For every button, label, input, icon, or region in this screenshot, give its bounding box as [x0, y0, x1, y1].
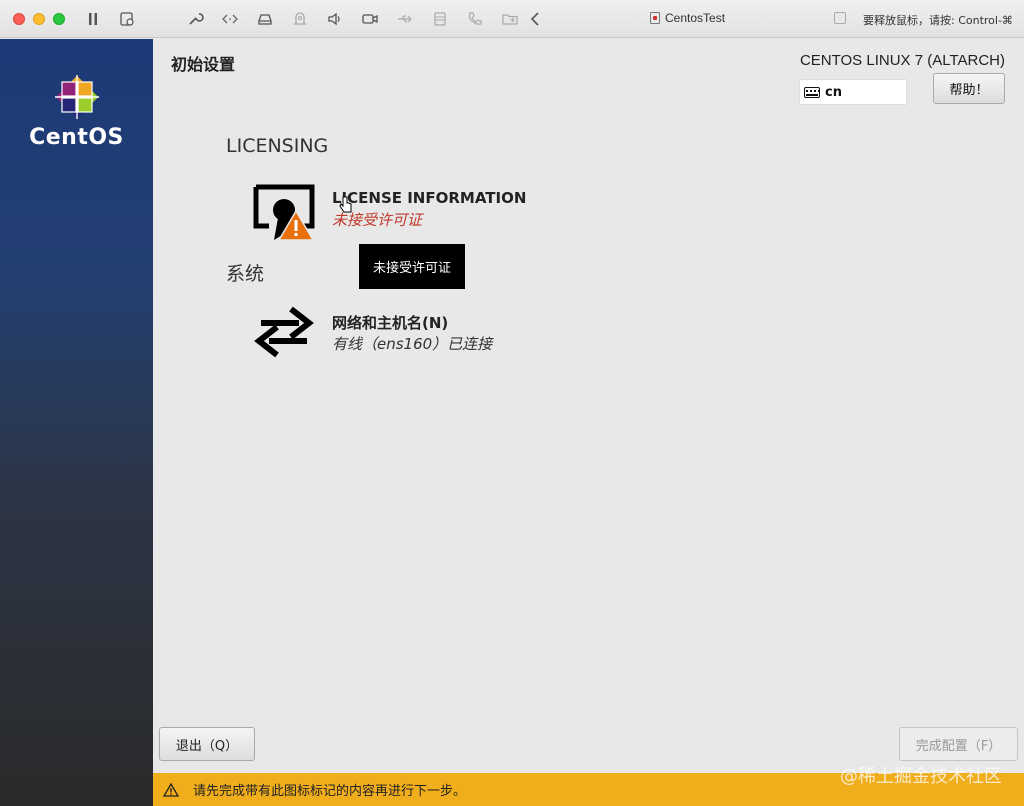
keyboard-icon [804, 86, 820, 98]
keyboard-layout-indicator[interactable]: cn [799, 79, 907, 105]
code-brackets-icon[interactable] [221, 10, 239, 28]
watermark: @稀土掘金技术社区 [840, 766, 1002, 787]
document-icon [650, 12, 660, 24]
spoke-license-information[interactable]: LICENSE INFORMATION 未接受许可证 [253, 184, 526, 244]
speaker-icon[interactable] [326, 10, 344, 28]
spoke-status: 有线（ens160）已连接 [332, 335, 493, 353]
section-heading-licensing: LICENSING [226, 135, 329, 157]
spoke-title: LICENSE INFORMATION [332, 189, 527, 207]
page-title: 初始设置 [171, 55, 236, 74]
logo-text: CentOS [29, 125, 124, 150]
hand-cursor-icon [339, 196, 352, 213]
release-mouse-hint: 要释放鼠标，请按: Control-⌘ [863, 14, 1013, 27]
hard-disk-icon[interactable] [256, 10, 274, 28]
keyboard-layout-value: cn [825, 84, 842, 100]
warning-text: 请先完成带有此图标标记的内容再进行下一步。 [193, 784, 467, 799]
main-content: 初始设置 CENTOS LINUX 7 (ALTARCH) cn 帮助！ LIC… [153, 39, 1024, 773]
window-title: CentosTest [650, 11, 725, 25]
section-heading-system: 系统 [226, 263, 265, 285]
phone-icon[interactable] [466, 10, 484, 28]
license-warning-icon [253, 184, 315, 241]
finish-configuration-button[interactable]: 完成配置（F） [899, 727, 1018, 761]
network-arrows-icon [254, 306, 314, 358]
sidebar: CentOS [0, 39, 153, 806]
chevron-left-icon[interactable] [527, 10, 545, 28]
spoke-title: 网络和主机名(N) [332, 314, 449, 332]
quit-button[interactable]: 退出（Q） [159, 727, 255, 761]
copy-icon[interactable] [834, 12, 846, 24]
help-button[interactable]: 帮助！ [933, 73, 1005, 104]
video-camera-icon[interactable] [361, 10, 379, 28]
product-name: CENTOS LINUX 7 (ALTARCH) [799, 52, 1005, 69]
minimize-window-button[interactable] [33, 13, 45, 25]
snapshot-icon[interactable] [118, 10, 136, 28]
shared-folder-icon[interactable] [501, 10, 519, 28]
window-titlebar: CentosTest 要释放鼠标，请按: Control-⌘ [0, 0, 1024, 38]
zoom-window-button[interactable] [53, 13, 65, 25]
camera-device-icon[interactable] [291, 10, 309, 28]
tooltip: 未接受许可证 [359, 244, 465, 289]
wrench-icon[interactable] [186, 10, 204, 28]
printer-icon[interactable] [431, 10, 449, 28]
centos-logo-icon [55, 75, 99, 119]
warning-icon [163, 782, 179, 797]
pause-icon[interactable] [84, 10, 102, 28]
close-window-button[interactable] [13, 13, 25, 25]
spoke-network-hostname[interactable]: 网络和主机名(N) 有线（ens160）已连接 [253, 303, 513, 363]
usb-icon[interactable] [396, 10, 414, 28]
